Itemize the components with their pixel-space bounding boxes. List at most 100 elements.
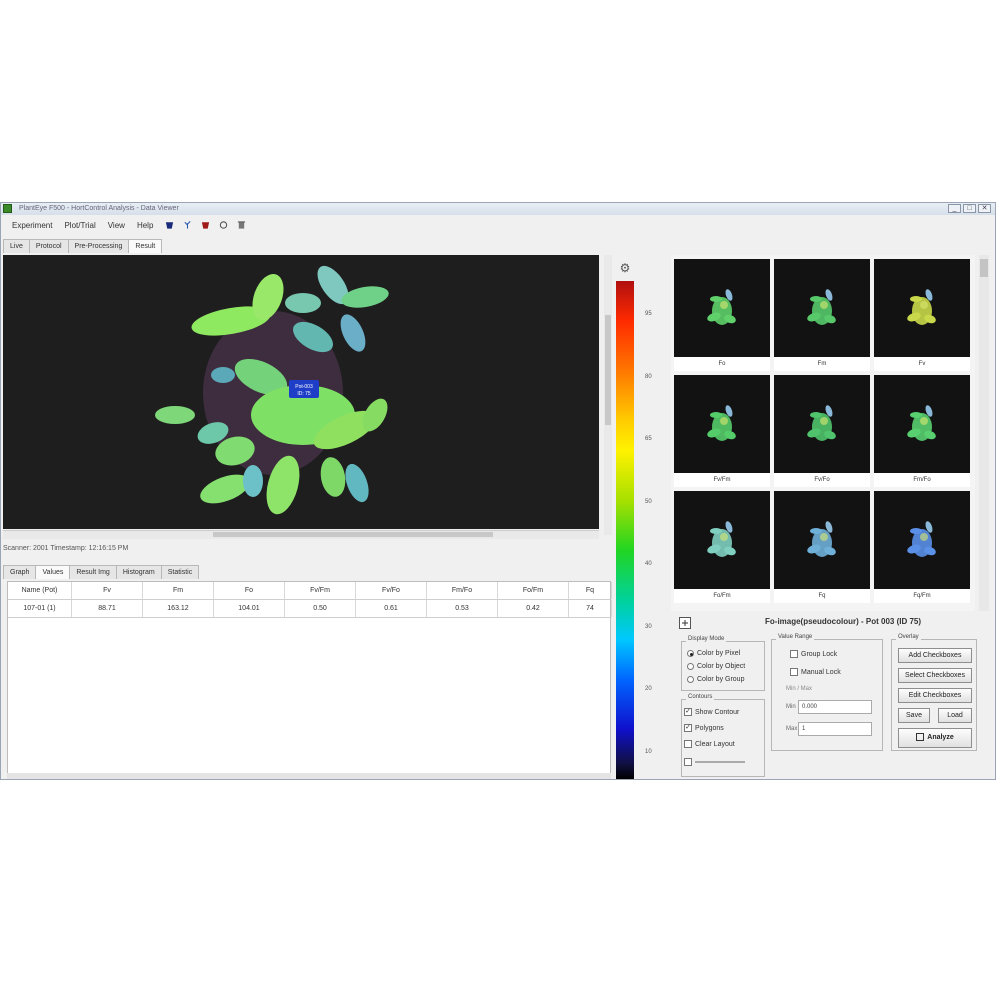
color-scale-tick-label: 80 <box>645 373 652 380</box>
maximize-button[interactable]: □ <box>963 204 976 213</box>
table-cell: 88.71 <box>72 600 143 617</box>
color-scale-tick-label: 65 <box>645 436 652 443</box>
pot-id-label-line1: Pot-003 <box>295 384 313 390</box>
parameter-thumbnail[interactable] <box>774 375 870 473</box>
parameter-thumbnail[interactable] <box>774 259 870 357</box>
max-label: Max <box>786 726 798 732</box>
image-vertical-scrollbar[interactable] <box>604 255 612 535</box>
thumbnail-label: Fo <box>674 357 770 371</box>
min-label: Min <box>786 704 796 710</box>
radio-color-by-pixel[interactable]: Color by Pixel <box>687 650 740 657</box>
save-button[interactable]: Save <box>898 708 930 723</box>
select-checkboxes-button[interactable]: Select Checkboxes <box>898 668 972 683</box>
menu-view[interactable]: View <box>105 221 128 230</box>
thumbnail-label: Fv <box>874 357 970 371</box>
check-group-lock[interactable]: Group Lock <box>790 650 837 658</box>
plant-icon[interactable] <box>183 220 192 230</box>
color-scale-tick-label: 10 <box>645 749 652 755</box>
parameter-thumbnail[interactable] <box>874 259 970 357</box>
tab-values[interactable]: Values <box>35 565 71 579</box>
table-header-cell[interactable]: Fv <box>72 582 143 599</box>
close-button[interactable]: ✕ <box>978 204 991 213</box>
edit-checkboxes-button[interactable]: Edit Checkboxes <box>898 688 972 703</box>
add-checkboxes-button[interactable]: Add Checkboxes <box>898 648 972 663</box>
image-horizontal-scrollbar[interactable] <box>3 530 599 539</box>
value-range-group: Value Range Group Lock Manual Lock Min /… <box>771 634 883 751</box>
pot-icon[interactable] <box>165 220 174 230</box>
table-header-cell[interactable]: Fm/Fo <box>427 582 498 599</box>
thumbnail-label: Fo/Fm <box>674 589 770 603</box>
check-polygons[interactable]: ✓ Polygons <box>684 724 724 732</box>
app-icon <box>3 204 12 213</box>
tab-statistic[interactable]: Statistic <box>160 565 200 579</box>
menu-plot-trial[interactable]: Plot/Trial <box>61 221 98 230</box>
contours-title: Contours <box>686 694 715 700</box>
trash-icon[interactable] <box>237 220 246 230</box>
display-mode-title: Display Mode <box>686 636 727 642</box>
contour-color-slider[interactable] <box>684 758 745 766</box>
plant-image: Pot-003 ID: 75 <box>155 265 389 515</box>
table-header-cell[interactable]: Fv/Fm <box>285 582 356 599</box>
parameter-thumbnail[interactable] <box>674 375 770 473</box>
analyze-button[interactable]: Analyze <box>898 728 972 748</box>
tab-protocol[interactable]: Protocol <box>28 239 69 253</box>
thumbnail-label: Fm/Fo <box>874 473 970 487</box>
table-cell: 0.42 <box>498 600 569 617</box>
check-clear-layout[interactable]: Clear Layout <box>684 740 735 748</box>
colormap-settings-icon[interactable]: ⚙ <box>618 261 632 275</box>
tab-result-img[interactable]: Result Img <box>69 565 117 579</box>
radio-color-by-object[interactable]: Color by Object <box>687 663 745 670</box>
circle-icon[interactable] <box>219 220 228 230</box>
parameter-thumbnail[interactable] <box>674 259 770 357</box>
panel-toggle-icon[interactable] <box>679 617 691 629</box>
table-header-cell[interactable]: Fo <box>214 582 285 599</box>
table-header-cell[interactable]: Fo/Fm <box>498 582 569 599</box>
parameter-thumbnail[interactable] <box>774 491 870 589</box>
min-value-field[interactable]: 0.000 <box>798 700 872 714</box>
app-window: PlantEye F500 - HortControl Analysis - D… <box>0 202 996 780</box>
tab-pre-processing[interactable]: Pre-Processing <box>67 239 130 253</box>
panel-header: Fo-image(pseudocolour) - Pot 003 (ID 75) <box>677 615 993 631</box>
thumbnail-label: Fv/Fo <box>774 473 870 487</box>
table-header-cell[interactable]: Fq <box>569 582 612 599</box>
parameter-thumbnail[interactable] <box>674 491 770 589</box>
thumbnail-label: Fq <box>774 589 870 603</box>
parameter-thumbnail[interactable] <box>874 491 970 589</box>
check-show-contour[interactable]: ✓ Show Contour <box>684 708 739 716</box>
tab-result[interactable]: Result <box>128 239 163 253</box>
max-value-field[interactable]: 1 <box>798 722 872 736</box>
pot-id-label-line2: ID: 75 <box>297 391 311 397</box>
table-row[interactable]: 107-01 (1) 88.71 163.12 104.01 0.50 0.61 0.53 0… <box>8 600 612 618</box>
plant-image-view[interactable]: Pot-003 ID: 75 <box>3 255 599 529</box>
radio-color-by-group[interactable]: Color by Group <box>687 676 744 683</box>
tab-graph[interactable]: Graph <box>3 565 37 579</box>
table-horizontal-scrollbar[interactable] <box>7 773 611 779</box>
menu-help[interactable]: Help <box>134 221 156 230</box>
lock-icon <box>916 733 925 742</box>
overlay-title: Overlay <box>896 634 921 640</box>
display-mode-group: Display Mode Color by Pixel Color by Obj… <box>681 636 765 691</box>
image-grid-scrollbar[interactable] <box>979 255 989 611</box>
tab-histogram[interactable]: Histogram <box>115 565 162 579</box>
table-header-cell[interactable]: Fv/Fo <box>356 582 427 599</box>
table-cell: 163.12 <box>143 600 214 617</box>
title-bar: PlantEye F500 - HortControl Analysis - D… <box>1 203 995 215</box>
color-scale-tick-label: 30 <box>645 623 652 630</box>
tab-live[interactable]: Live <box>3 239 30 253</box>
color-scale-tick-label: 95 <box>645 311 652 317</box>
view-tabs: Live Protocol Pre-Processing Result <box>3 239 163 253</box>
minimize-button[interactable]: _ <box>948 204 961 213</box>
red-pot-icon[interactable] <box>201 220 210 230</box>
thumbnail-label: Fm <box>774 357 870 371</box>
table-cell: 107-01 (1) <box>8 600 72 617</box>
scale-label: Min / Max <box>786 686 813 692</box>
parameter-thumbnail[interactable] <box>874 375 970 473</box>
image-info-bar: Scanner: 2001 Timestamp: 12:16:15 PM <box>3 545 129 552</box>
table-header-cell[interactable]: Fm <box>143 582 214 599</box>
panel-title: Fo-image(pseudocolour) - Pot 003 (ID 75) <box>765 617 922 626</box>
load-button[interactable]: Load <box>938 708 972 723</box>
check-manual-lock[interactable]: Manual Lock <box>790 668 841 676</box>
menu-experiment[interactable]: Experiment <box>9 221 55 230</box>
table-cell: 74 <box>569 600 612 617</box>
table-header-cell[interactable]: Name (Pot) <box>8 582 72 599</box>
